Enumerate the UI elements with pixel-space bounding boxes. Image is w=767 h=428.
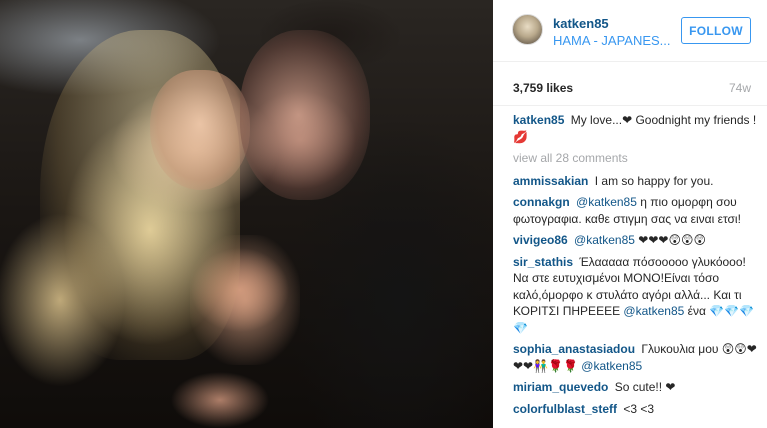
comment-username[interactable]: ammissakian [513, 174, 588, 188]
comment-username[interactable]: connakgn [513, 195, 570, 209]
comment-username[interactable]: sophia_anastasiadou [513, 342, 635, 356]
comment-username[interactable]: vivigeo86 [513, 233, 568, 247]
follow-button[interactable]: FOLLOW [681, 17, 751, 44]
comment-mention[interactable]: @katken85 [576, 195, 637, 209]
post-header: katken85 HAMA - JAPANES... FOLLOW [493, 0, 767, 62]
comment: miriam_quevedo So cute!! ❤ [513, 379, 757, 396]
post-age[interactable]: 74w [729, 81, 751, 95]
caption-username[interactable]: katken85 [513, 113, 564, 127]
comment-mention[interactable]: @katken85 [581, 359, 642, 373]
comment-text: I am so happy for you. [594, 173, 714, 188]
view-all-comments-link[interactable]: view all 28 comments [513, 150, 757, 167]
caption: katken85 My love...❤ Goodnight my friend… [513, 112, 757, 145]
post-stats: 3,759 likes 74w [493, 62, 767, 106]
comment: ammissakian I am so happy for you. [513, 173, 757, 190]
comment: sophia_anastasiadou Γλυκουλια μου 😲😲❤❤❤👫… [513, 341, 757, 374]
comment-text: <3 <3 [623, 401, 655, 416]
photo-detail [150, 70, 250, 190]
comment-text: So cute!! ❤ [614, 380, 676, 394]
post-photo[interactable] [0, 0, 493, 428]
comment: colorfulblast_steff <3 <3 [513, 401, 757, 418]
comment-mention[interactable]: @katken85 [574, 233, 635, 247]
post-username[interactable]: katken85 [553, 16, 609, 31]
post-side-panel: katken85 HAMA - JAPANES... FOLLOW 3,759 … [493, 0, 767, 428]
photo-detail [190, 235, 300, 365]
comment-mention[interactable]: @katken85 [623, 304, 684, 318]
comment: vivigeo86 @katken85 ❤❤❤😲😲😲 [513, 232, 757, 249]
avatar[interactable] [512, 14, 543, 45]
comment-username[interactable]: miriam_quevedo [513, 380, 608, 394]
comment: connakgn @katken85 η πιο ομορφη σου φωτο… [513, 194, 757, 227]
comments-list: katken85 My love...❤ Goodnight my friend… [513, 112, 757, 422]
likes-count[interactable]: 3,759 likes [513, 81, 573, 95]
post-location[interactable]: HAMA - JAPANES... [553, 33, 673, 48]
comment: sir_stathis Έλααααα πόσοοοοο γλυκόοοο! Ν… [513, 254, 757, 337]
comment-username[interactable]: colorfulblast_steff [513, 402, 617, 416]
photo-detail [240, 30, 370, 200]
comment-text: ❤❤❤😲😲😲 [638, 233, 706, 247]
comment-username[interactable]: sir_stathis [513, 255, 573, 269]
